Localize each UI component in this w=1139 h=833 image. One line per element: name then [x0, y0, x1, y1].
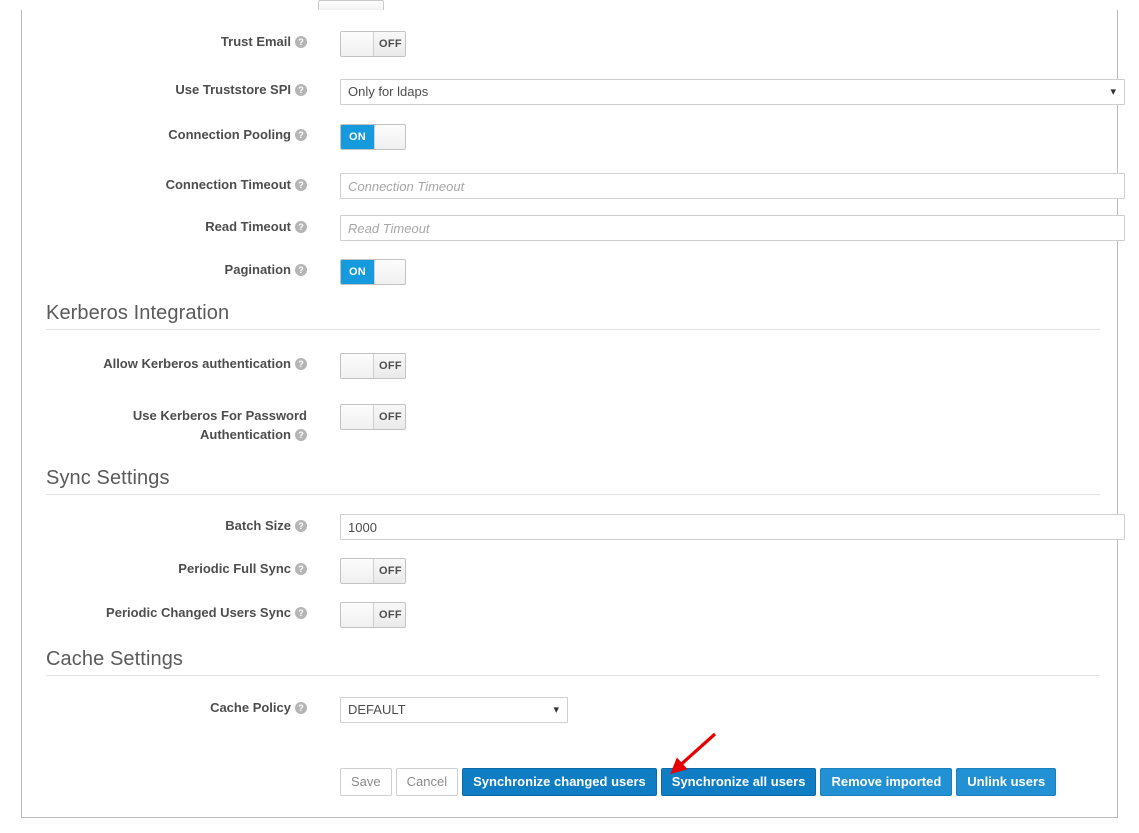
label-connection-pooling: Connection Pooling? — [22, 127, 307, 143]
help-icon[interactable]: ? — [295, 84, 307, 96]
section-title: Cache Settings — [46, 646, 1100, 672]
label-use-kerberos-for-password-authentication: Use Kerberos For Password Authentication… — [22, 406, 307, 444]
help-icon[interactable]: ? — [295, 129, 307, 141]
input-read-timeout[interactable] — [340, 215, 1125, 241]
save-button[interactable]: Save — [340, 768, 392, 796]
help-icon[interactable]: ? — [295, 520, 307, 532]
toggle-state-label: OFF — [374, 405, 406, 429]
help-icon[interactable]: ? — [295, 221, 307, 233]
toggle-handle — [341, 559, 374, 583]
toggle-handle — [341, 354, 374, 378]
select-value: DEFAULT — [348, 702, 406, 717]
toggle-state-label: ON — [341, 125, 374, 149]
help-icon[interactable]: ? — [295, 702, 307, 714]
row-connection-timeout: Connection Timeout? — [22, 177, 1117, 205]
row-allow-kerberos-authentication: Allow Kerberos authentication? OFF — [22, 356, 1117, 384]
row-use-truststore-spi: Use Truststore SPI? Only for ldaps ▾ — [22, 82, 1117, 110]
toggle-connection-pooling[interactable]: ON — [340, 124, 406, 150]
select-cache-policy[interactable]: DEFAULT ▾ — [340, 697, 568, 723]
toggle-state-label: OFF — [374, 32, 406, 56]
toggle-pagination[interactable]: ON — [340, 259, 406, 285]
row-periodic-full-sync: Periodic Full Sync? OFF — [22, 561, 1117, 589]
section-divider — [46, 329, 1100, 330]
input-connection-timeout[interactable] — [340, 173, 1125, 199]
label-batch-size: Batch Size? — [22, 518, 307, 534]
remove-imported-button[interactable]: Remove imported — [820, 768, 952, 796]
label-use-truststore-spi: Use Truststore SPI? — [22, 82, 307, 98]
synchronize-changed-users-button[interactable]: Synchronize changed users — [462, 768, 657, 796]
help-icon[interactable]: ? — [295, 358, 307, 370]
row-trust-email: Trust Email? OFF — [22, 34, 1117, 62]
help-icon[interactable]: ? — [295, 179, 307, 191]
label-pagination: Pagination? — [22, 262, 307, 278]
row-use-kerberos-for-password-authentication: Use Kerberos For Password Authentication… — [22, 406, 1117, 454]
input-batch-size[interactable] — [340, 514, 1125, 540]
select-value: Only for ldaps — [348, 84, 428, 99]
toggle-state-label: ON — [341, 260, 374, 284]
toggle-handle — [341, 32, 374, 56]
toggle-handle — [374, 260, 406, 284]
row-batch-size: Batch Size? — [22, 518, 1117, 546]
help-icon[interactable]: ? — [295, 36, 307, 48]
help-icon[interactable]: ? — [295, 429, 307, 441]
label-periodic-changed-users-sync: Periodic Changed Users Sync? — [22, 605, 307, 621]
action-button-bar: Save Cancel Synchronize changed users Sy… — [340, 768, 1056, 796]
select-use-truststore-spi[interactable]: Only for ldaps ▾ — [340, 79, 1125, 105]
help-icon[interactable]: ? — [295, 264, 307, 276]
label-cache-policy: Cache Policy? — [22, 700, 307, 716]
section-title: Kerberos Integration — [46, 300, 1100, 326]
chevron-down-icon: ▾ — [553, 698, 559, 722]
synchronize-all-users-button[interactable]: Synchronize all users — [661, 768, 817, 796]
toggle-allow-kerberos-authentication[interactable]: OFF — [340, 353, 406, 379]
row-periodic-changed-users-sync: Periodic Changed Users Sync? OFF — [22, 605, 1117, 633]
user-federation-settings-panel: Trust Email? OFF Use Truststore SPI? Onl… — [21, 10, 1118, 818]
label-read-timeout: Read Timeout? — [22, 219, 307, 235]
toggle-handle — [341, 603, 374, 627]
unlink-users-button[interactable]: Unlink users — [956, 768, 1056, 796]
section-sync-settings: Sync Settings — [46, 465, 1100, 495]
chevron-down-icon: ▾ — [1110, 80, 1116, 104]
toggle-state-label: OFF — [374, 354, 406, 378]
help-icon[interactable]: ? — [295, 607, 307, 619]
toggle-trust-email[interactable]: OFF — [340, 31, 406, 57]
toggle-periodic-changed-users-sync[interactable]: OFF — [340, 602, 406, 628]
section-kerberos-integration: Kerberos Integration — [46, 300, 1100, 330]
label-trust-email: Trust Email? — [22, 34, 307, 50]
label-periodic-full-sync: Periodic Full Sync? — [22, 561, 307, 577]
toggle-use-kerberos-for-password-authentication[interactable]: OFF — [340, 404, 406, 430]
section-divider — [46, 675, 1100, 676]
help-icon[interactable]: ? — [295, 563, 307, 575]
section-divider — [46, 494, 1100, 495]
toggle-state-label: OFF — [374, 603, 406, 627]
label-connection-timeout: Connection Timeout? — [22, 177, 307, 193]
toggle-handle — [374, 125, 406, 149]
section-title: Sync Settings — [46, 465, 1100, 491]
toggle-handle — [341, 405, 374, 429]
cut-off-toggle-above[interactable] — [318, 0, 384, 10]
row-connection-pooling: Connection Pooling? ON — [22, 127, 1117, 155]
cancel-button[interactable]: Cancel — [396, 768, 458, 796]
label-allow-kerberos-authentication: Allow Kerberos authentication? — [22, 356, 307, 372]
row-pagination: Pagination? ON — [22, 262, 1117, 290]
row-cache-policy: Cache Policy? DEFAULT ▾ — [22, 700, 1117, 728]
section-cache-settings: Cache Settings — [46, 646, 1100, 676]
row-read-timeout: Read Timeout? — [22, 219, 1117, 247]
toggle-state-label: OFF — [374, 559, 406, 583]
toggle-periodic-full-sync[interactable]: OFF — [340, 558, 406, 584]
